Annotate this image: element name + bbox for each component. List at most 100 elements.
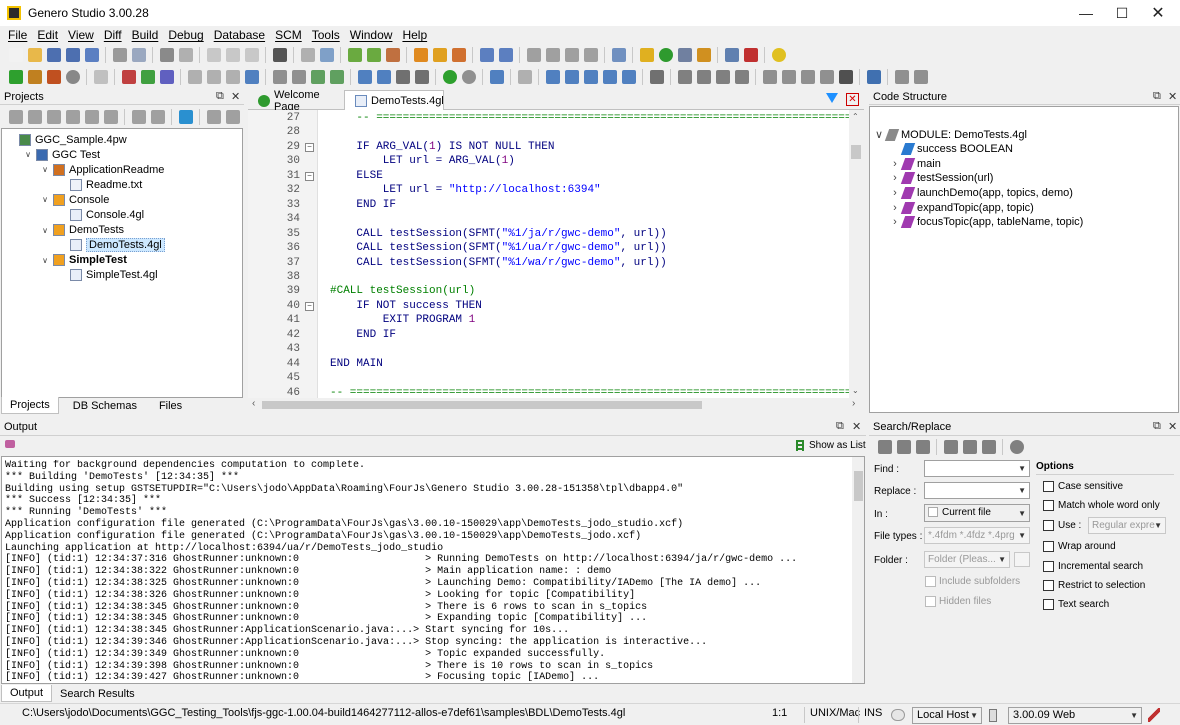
link-icon[interactable] xyxy=(65,110,80,124)
float-panel-icon[interactable]: ⧉ xyxy=(216,90,224,103)
profile-icon[interactable] xyxy=(46,70,61,84)
breakpoint-icon[interactable] xyxy=(432,48,447,62)
use-select[interactable]: Regular expre ▼ xyxy=(1088,517,1166,534)
close-panel-icon[interactable]: ✕ xyxy=(1168,90,1177,103)
expand-chevron-icon[interactable]: › xyxy=(890,202,900,214)
menu-tools[interactable]: Tools xyxy=(307,28,345,42)
expand-chevron-icon[interactable]: ∨ xyxy=(40,195,50,204)
format-icon[interactable] xyxy=(517,70,532,84)
tree-item[interactable]: GGC_Sample.4pw xyxy=(6,132,127,147)
find-prev-icon[interactable] xyxy=(877,440,892,454)
expand-chevron-icon[interactable]: ∨ xyxy=(40,165,50,174)
delete-icon[interactable] xyxy=(272,48,287,62)
scm-icon[interactable] xyxy=(611,48,626,62)
structure-item[interactable]: ∨ MODULE: DemoTests.4gl xyxy=(874,127,1027,142)
menu-view[interactable]: View xyxy=(63,28,99,42)
menu-edit[interactable]: Edit xyxy=(32,28,63,42)
uppercase-icon[interactable] xyxy=(187,70,202,84)
tools-icon[interactable] xyxy=(1148,708,1160,722)
tree-item[interactable]: Console.4gl xyxy=(57,208,144,223)
jump3-icon[interactable] xyxy=(800,70,815,84)
replace-input[interactable]: ▼ xyxy=(924,482,1030,499)
stop-icon[interactable] xyxy=(65,70,80,84)
find-all-icon[interactable] xyxy=(915,440,930,454)
run-icon[interactable] xyxy=(479,48,494,62)
tab-search-results[interactable]: Search Results xyxy=(52,686,143,702)
tree-item[interactable]: ∨ DemoTests xyxy=(40,223,124,238)
chevron-down-icon[interactable]: ▼ xyxy=(1018,506,1026,521)
properties-icon[interactable] xyxy=(206,110,221,124)
tab-demotests[interactable]: DemoTests.4gl xyxy=(344,90,444,110)
menu-debug[interactable]: Debug xyxy=(163,28,208,42)
tab-output[interactable]: Output xyxy=(1,685,53,702)
structure-item[interactable]: › focusTopic(app, tableName, topic) xyxy=(890,215,1083,230)
output-log[interactable]: Waiting for background dependencies comp… xyxy=(1,456,865,684)
show-as-list-button[interactable]: Show as List xyxy=(809,440,866,451)
uncomment-icon[interactable] xyxy=(329,70,344,84)
new-file-icon[interactable] xyxy=(8,48,23,62)
text-search-checkbox[interactable] xyxy=(1043,599,1054,610)
h-scrollbar-thumb[interactable] xyxy=(262,401,702,409)
capitalize-icon[interactable] xyxy=(225,70,240,84)
check-icon[interactable] xyxy=(225,110,240,124)
user-icon[interactable] xyxy=(696,48,711,62)
menu-help[interactable]: Help xyxy=(397,28,432,42)
stop-icon[interactable] xyxy=(1009,440,1024,454)
redo-icon[interactable] xyxy=(178,48,193,62)
case-sensitive-checkbox[interactable] xyxy=(1043,481,1054,492)
paste-icon[interactable] xyxy=(244,48,259,62)
window2-icon[interactable] xyxy=(913,70,928,84)
undo-icon[interactable] xyxy=(159,48,174,62)
forward-icon[interactable] xyxy=(461,70,476,84)
chevron-down-icon[interactable]: ▼ xyxy=(1130,708,1138,723)
menu-scm[interactable]: SCM xyxy=(270,28,307,42)
output-scrollbar-thumb[interactable] xyxy=(854,471,863,501)
indent-icon[interactable] xyxy=(121,70,136,84)
restrict-selection-checkbox[interactable] xyxy=(1043,580,1054,591)
filter-icon[interactable] xyxy=(826,93,838,103)
run-icon[interactable] xyxy=(84,110,99,124)
layout-split-icon[interactable] xyxy=(376,70,391,84)
scroll-left-icon[interactable]: ‹ xyxy=(252,398,255,409)
host-select[interactable]: Local Host ▼ xyxy=(912,707,982,724)
tree-item[interactable]: ∨ Console xyxy=(40,192,109,207)
menu-file[interactable]: File xyxy=(3,28,32,42)
word-icon[interactable] xyxy=(244,70,259,84)
folder-input[interactable]: Folder (Pleas... ▼ xyxy=(924,551,1010,568)
box-icon[interactable] xyxy=(545,70,560,84)
first-icon[interactable] xyxy=(677,70,692,84)
debug-run-icon[interactable] xyxy=(27,70,42,84)
structure-item[interactable]: › main xyxy=(890,156,941,171)
link-icon[interactable] xyxy=(366,48,381,62)
float-panel-icon[interactable]: ⧉ xyxy=(1153,420,1161,433)
copy-icon[interactable] xyxy=(225,48,240,62)
find-files-icon[interactable] xyxy=(319,48,334,62)
fold-toggle-icon[interactable]: − xyxy=(305,142,314,152)
wrap-around-checkbox[interactable] xyxy=(1043,541,1054,552)
include-subfolders-checkbox[interactable] xyxy=(925,576,936,587)
expand-chevron-icon[interactable]: › xyxy=(890,172,900,184)
expand-chevron-icon[interactable]: ∨ xyxy=(40,256,50,265)
chevron-down-icon[interactable]: ▼ xyxy=(970,708,978,723)
expand-chevron-icon[interactable]: ∨ xyxy=(874,128,884,141)
fold-toggle-icon[interactable]: − xyxy=(305,301,314,311)
tab-welcome-page[interactable]: Welcome Page xyxy=(250,89,344,113)
find-icon[interactable] xyxy=(300,48,315,62)
lowercase-icon[interactable] xyxy=(206,70,221,84)
tree-item[interactable]: ∨ GGC Test xyxy=(23,147,100,162)
in-select[interactable]: Current file ▼ xyxy=(924,504,1030,522)
db-query-icon[interactable] xyxy=(564,48,579,62)
outdent-icon[interactable] xyxy=(140,70,155,84)
compile-icon[interactable] xyxy=(347,48,362,62)
add-icon[interactable] xyxy=(131,110,146,124)
tab-projects[interactable]: Projects xyxy=(1,397,59,414)
layout-icon[interactable] xyxy=(357,70,372,84)
monitor-icon[interactable] xyxy=(724,48,739,62)
tree-item[interactable]: ∨ SimpleTest xyxy=(40,253,127,268)
tab-files[interactable]: Files xyxy=(151,398,190,414)
tree-item[interactable]: Readme.txt xyxy=(57,177,142,192)
float-panel-icon[interactable]: ⧉ xyxy=(1153,90,1161,103)
minimize-button[interactable]: — xyxy=(1068,0,1104,26)
hidden-files-checkbox[interactable] xyxy=(925,596,936,607)
menu-database[interactable]: Database xyxy=(209,28,270,42)
